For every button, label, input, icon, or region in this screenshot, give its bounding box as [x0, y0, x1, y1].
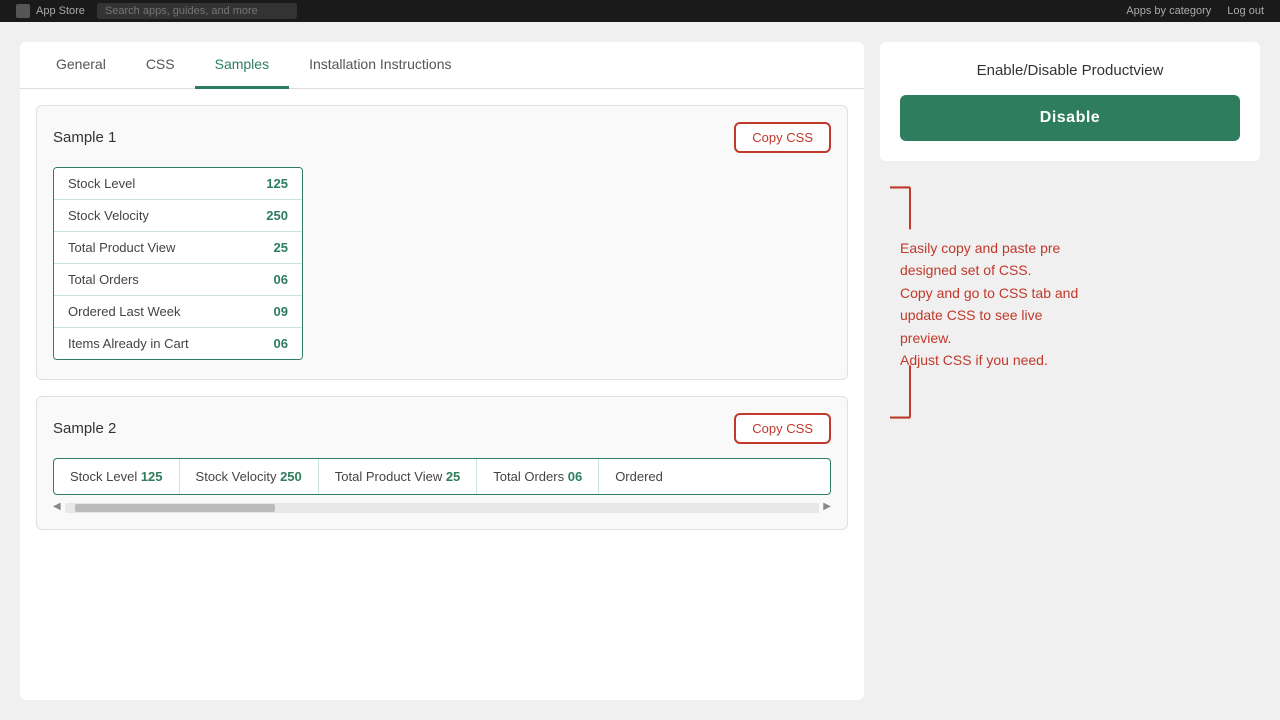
row-label: Ordered Last Week: [68, 304, 180, 319]
search-input[interactable]: [97, 3, 297, 19]
callout-line4: update CSS to see live: [900, 304, 1260, 326]
row-label: Items Already in Cart: [68, 336, 189, 351]
cell-value: 06: [568, 469, 582, 484]
top-bar-right: Apps by category Log out: [1126, 5, 1264, 17]
sample2-cell: Stock Velocity 250: [180, 459, 319, 494]
sample2-table: Stock Level 125 Stock Velocity 250 Total…: [53, 458, 831, 495]
scroll-right-arrow: ▶: [823, 501, 831, 512]
logout-link[interactable]: Log out: [1227, 5, 1264, 17]
cell-label: Total Product View: [335, 469, 446, 484]
sample1-copy-css-button[interactable]: Copy CSS: [734, 122, 831, 153]
table-row: Ordered Last Week 09: [54, 296, 302, 328]
sample2-cell: Stock Level 125: [54, 459, 180, 494]
tabs-bar: General CSS Samples Installation Instruc…: [20, 42, 864, 89]
callout-line6: Adjust CSS if you need.: [900, 349, 1260, 371]
table-row: Stock Level 125: [54, 168, 302, 200]
sample1-table: Stock Level 125 Stock Velocity 250 Total…: [53, 167, 303, 360]
content-area: Sample 1 Copy CSS Stock Level 125 Stock …: [20, 89, 864, 700]
sample2-copy-css-button[interactable]: Copy CSS: [734, 413, 831, 444]
app-store-logo: App Store: [16, 4, 85, 18]
tab-installation[interactable]: Installation Instructions: [289, 42, 471, 89]
tab-general[interactable]: General: [36, 42, 126, 89]
cell-value: 250: [280, 469, 302, 484]
callout-line5: preview.: [900, 327, 1260, 349]
logo-icon: [16, 4, 30, 18]
table-row: Stock Velocity 250: [54, 200, 302, 232]
main-wrapper: General CSS Samples Installation Instruc…: [0, 22, 1280, 720]
table-row: Total Product View 25: [54, 232, 302, 264]
left-panel: General CSS Samples Installation Instruc…: [20, 42, 864, 700]
nav-category-label: Apps by category: [1126, 5, 1211, 17]
tab-css[interactable]: CSS: [126, 42, 195, 89]
cell-value: 25: [446, 469, 460, 484]
row-label: Stock Velocity: [68, 208, 149, 223]
callout-text: Easily copy and paste pre designed set o…: [880, 237, 1260, 371]
right-panel: Enable/Disable Productview Disable Easil…: [880, 42, 1260, 700]
row-value: 09: [274, 304, 288, 319]
enable-disable-card: Enable/Disable Productview Disable: [880, 42, 1260, 161]
enable-disable-title: Enable/Disable Productview: [900, 62, 1240, 79]
row-label: Total Orders: [68, 272, 139, 287]
row-value: 06: [274, 272, 288, 287]
sample2-block: Sample 2 Copy CSS Stock Level 125 Stock …: [36, 396, 848, 530]
callout-line3: Copy and go to CSS tab and: [900, 282, 1260, 304]
sample2-cell: Ordered: [599, 459, 679, 494]
scrollbar-track[interactable]: [65, 503, 820, 513]
callout-area: Easily copy and paste pre designed set o…: [880, 177, 1260, 700]
row-value: 250: [266, 208, 288, 223]
row-value: 125: [266, 176, 288, 191]
table-row: Total Orders 06: [54, 264, 302, 296]
scroll-left-arrow: ◀: [53, 501, 61, 512]
sample1-header: Sample 1 Copy CSS: [53, 122, 831, 153]
cell-label: Ordered: [615, 469, 663, 484]
cell-label: Stock Level: [70, 469, 141, 484]
top-bar: App Store Apps by category Log out: [0, 0, 1280, 22]
sample2-title: Sample 2: [53, 420, 116, 437]
cell-label: Total Orders: [493, 469, 567, 484]
logo-text: App Store: [36, 5, 85, 17]
scrollbar-thumb: [75, 504, 275, 512]
row-label: Stock Level: [68, 176, 135, 191]
cell-value: 125: [141, 469, 163, 484]
row-value: 06: [274, 336, 288, 351]
callout-line2: designed set of CSS.: [900, 259, 1260, 281]
scrollbar-container: ◀ ▶: [53, 499, 831, 513]
callout-line1: Easily copy and paste pre: [900, 237, 1260, 259]
sample2-cell: Total Orders 06: [477, 459, 599, 494]
sample1-block: Sample 1 Copy CSS Stock Level 125 Stock …: [36, 105, 848, 380]
tab-samples[interactable]: Samples: [195, 42, 289, 89]
disable-button[interactable]: Disable: [900, 95, 1240, 141]
cell-label: Stock Velocity: [196, 469, 281, 484]
sample2-cell: Total Product View 25: [319, 459, 478, 494]
table-row: Items Already in Cart 06: [54, 328, 302, 359]
row-value: 25: [274, 240, 288, 255]
sample1-title: Sample 1: [53, 129, 116, 146]
row-label: Total Product View: [68, 240, 175, 255]
sample2-header: Sample 2 Copy CSS: [53, 413, 831, 444]
